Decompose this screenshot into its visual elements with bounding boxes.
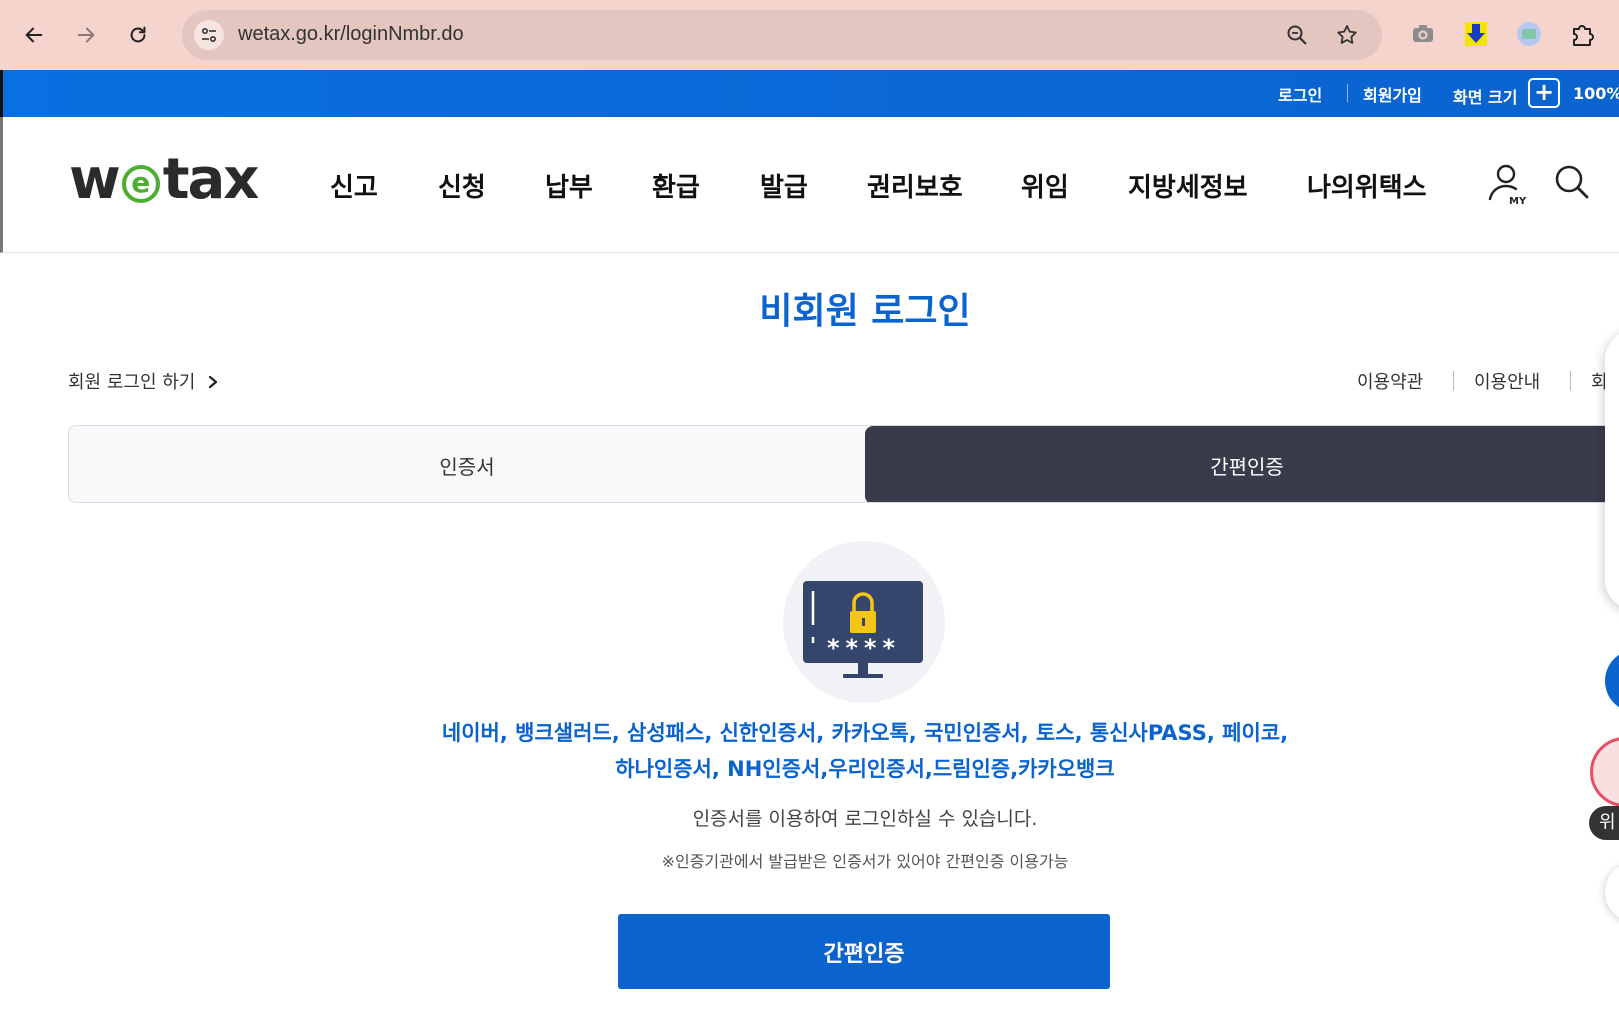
tab-label: 인증서 — [439, 454, 495, 479]
divider — [1347, 84, 1348, 102]
address-bar[interactable]: wetax.go.kr/loginNmbr.do — [182, 10, 1382, 60]
zoom-level: 100% — [1573, 84, 1619, 103]
my-label: MY — [1509, 196, 1527, 207]
simple-auth-illustration: **** — [783, 541, 945, 703]
password-mask-text: **** — [826, 634, 900, 662]
floating-label[interactable]: 위 — [1589, 806, 1619, 840]
nav-local-tax-info[interactable]: 지방세정보 — [1128, 167, 1248, 204]
utility-bar: 로그인 회원가입 화면 크기 + 100% — [0, 70, 1619, 117]
login-method-tabs: 인증서 간편인증 — [68, 425, 1619, 503]
arrow-left-icon — [25, 27, 43, 43]
login-description: 인증서를 이용하여 로그인하실 수 있습니다. — [692, 808, 1038, 830]
bookmark-star-icon[interactable] — [1334, 22, 1360, 48]
nav-refund[interactable]: 환급 — [652, 167, 700, 204]
arrow-right-icon — [77, 27, 95, 43]
providers-line: 네이버, 뱅크샐러드, 삼성패스, 신한인증서, 카카오톡, 국민인증서, 토스… — [441, 721, 1289, 745]
site-settings-icon[interactable] — [194, 20, 224, 50]
reload-button[interactable] — [120, 17, 156, 53]
tab-certificate[interactable]: 인증서 — [69, 426, 865, 502]
divider — [1570, 371, 1571, 391]
nav-apply[interactable]: 신청 — [438, 167, 486, 204]
reload-icon — [130, 26, 146, 43]
nav-issue[interactable]: 발급 — [760, 167, 808, 204]
tab-simple-auth[interactable]: 간편인증 — [865, 426, 1619, 502]
tab-label: 간편인증 — [1210, 454, 1284, 479]
wetax-logo[interactable]: w e tax — [69, 147, 260, 212]
nav-rights[interactable]: 권리보호 — [867, 167, 963, 204]
download-extension-icon[interactable] — [1462, 20, 1490, 48]
terms-link[interactable]: 이용약관 — [1357, 368, 1423, 394]
back-button[interactable] — [16, 17, 52, 53]
nav-my-wetax[interactable]: 나의위택스 — [1307, 167, 1427, 204]
browser-toolbar: wetax.go.kr/loginNmbr.do — [0, 0, 1619, 70]
monitor-lock-icon: **** — [803, 581, 923, 678]
logo-e: e — [121, 165, 160, 203]
nav-report[interactable]: 신고 — [330, 167, 378, 204]
page-title: 비회원 로그인 — [759, 291, 971, 332]
zoom-icon[interactable] — [1284, 22, 1310, 48]
camera-extension-icon[interactable] — [1409, 20, 1437, 48]
site-header: w e tax 신고 신청 납부 환급 발급 권리보호 위임 지방세정보 나의위택스… — [0, 117, 1619, 253]
nav-delegation[interactable]: 위임 — [1021, 167, 1069, 204]
supported-providers: 네이버, 뱅크샐러드, 삼성패스, 신한인증서, 카카오톡, 국민인증서, 토스… — [0, 715, 1619, 787]
forward-button[interactable] — [68, 17, 104, 53]
extensions-puzzle-icon[interactable] — [1568, 20, 1596, 48]
member-login-link[interactable]: 회원 로그인 하기 — [68, 368, 219, 394]
search-icon[interactable] — [1553, 163, 1591, 205]
divider — [1453, 371, 1454, 391]
signup-link[interactable]: 회원가입 — [1363, 82, 1422, 106]
login-note: ※인증기관에서 발급받은 인증서가 있어야 간편인증 이용가능 — [661, 852, 1069, 871]
my-page-icon[interactable]: MY — [1486, 161, 1530, 211]
member-login-label: 회원 로그인 하기 — [68, 372, 196, 393]
nav-payment[interactable]: 납부 — [545, 167, 593, 204]
zoom-in-button[interactable]: + — [1528, 78, 1560, 108]
floating-blue-button[interactable] — [1605, 650, 1619, 712]
chevron-right-icon — [209, 375, 218, 389]
image-extension-icon[interactable] — [1515, 20, 1543, 48]
simple-auth-button[interactable]: 간편인증 — [618, 914, 1110, 989]
button-label: 간편인증 — [823, 941, 905, 967]
providers-line: 하나인증서, NH인증서,우리인증서,드림인증,카카오뱅크 — [615, 757, 1115, 781]
logo-part: w — [69, 147, 121, 212]
floating-quick-menu[interactable] — [1605, 330, 1619, 610]
logo-part: tax — [162, 147, 260, 212]
guide-link[interactable]: 이용안내 — [1474, 368, 1540, 394]
screen-size-label: 화면 크기 — [1453, 88, 1518, 107]
url-text[interactable]: wetax.go.kr/loginNmbr.do — [238, 23, 464, 46]
login-link[interactable]: 로그인 — [1278, 82, 1322, 106]
